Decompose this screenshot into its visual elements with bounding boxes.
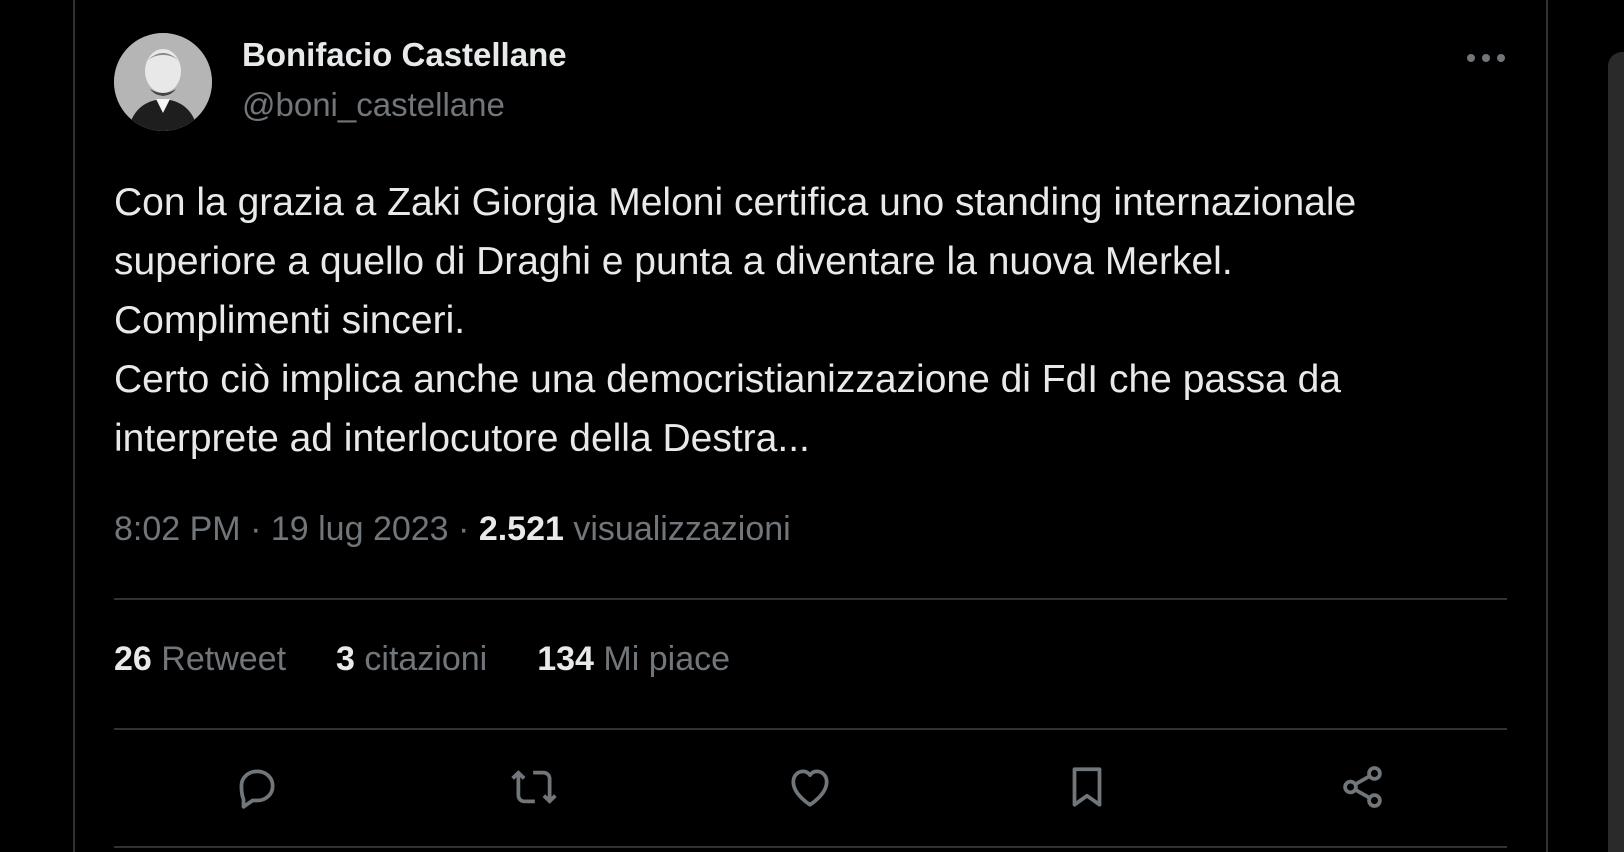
tweet-meta: 8:02 PM · 19 lug 2023 · 2.521 visualizza…: [114, 510, 791, 549]
more-options-icon: [1467, 54, 1505, 62]
tweet-date[interactable]: 19 lug 2023: [271, 510, 449, 548]
author-display-name[interactable]: Bonifacio Castellane: [242, 36, 567, 74]
retweet-icon: [511, 770, 557, 804]
likes-count: 134: [537, 640, 594, 678]
bookmark-button[interactable]: [1060, 760, 1114, 814]
reply-button[interactable]: [229, 760, 283, 814]
like-button[interactable]: [783, 760, 837, 814]
scrollbar[interactable]: [1608, 52, 1624, 852]
divider: [114, 846, 1507, 848]
author-handle[interactable]: @boni_castellane: [242, 86, 505, 124]
avatar[interactable]: [114, 33, 212, 131]
column-border-right: [1546, 0, 1548, 852]
heart-icon: [791, 769, 829, 807]
views-count: 2.521: [478, 510, 564, 548]
engagement-stats: 26 Retweet 3 citazioni 134 Mi piace: [114, 640, 730, 679]
share-icon: [1343, 766, 1382, 808]
retweets-count: 26: [114, 640, 152, 678]
likes-label: Mi piace: [603, 640, 731, 678]
portrait-photo-icon: [114, 33, 212, 131]
share-button[interactable]: [1336, 760, 1390, 814]
column-border-left: [73, 0, 75, 852]
retweets-label: Retweet: [161, 640, 287, 678]
likes-stat[interactable]: 134 Mi piace: [537, 640, 730, 679]
divider: [114, 728, 1507, 730]
views-label: visualizzazioni: [573, 510, 791, 548]
quotes-label: citazioni: [364, 640, 488, 678]
reply-icon: [239, 769, 275, 809]
more-options-button[interactable]: [1462, 42, 1510, 74]
meta-separator: ·: [458, 510, 470, 548]
meta-separator: ·: [250, 510, 262, 548]
bookmark-icon: [1072, 767, 1102, 807]
retweets-stat[interactable]: 26 Retweet: [114, 640, 286, 679]
tweet-time[interactable]: 8:02 PM: [114, 510, 241, 548]
tweet-text: Con la grazia a Zaki Giorgia Meloni cert…: [114, 181, 1357, 460]
tweet-page: Bonifacio Castellane @boni_castellane Co…: [0, 0, 1624, 852]
quotes-stat[interactable]: 3 citazioni: [336, 640, 487, 679]
retweet-button[interactable]: [507, 760, 561, 814]
quotes-count: 3: [336, 640, 355, 678]
divider: [114, 598, 1507, 600]
